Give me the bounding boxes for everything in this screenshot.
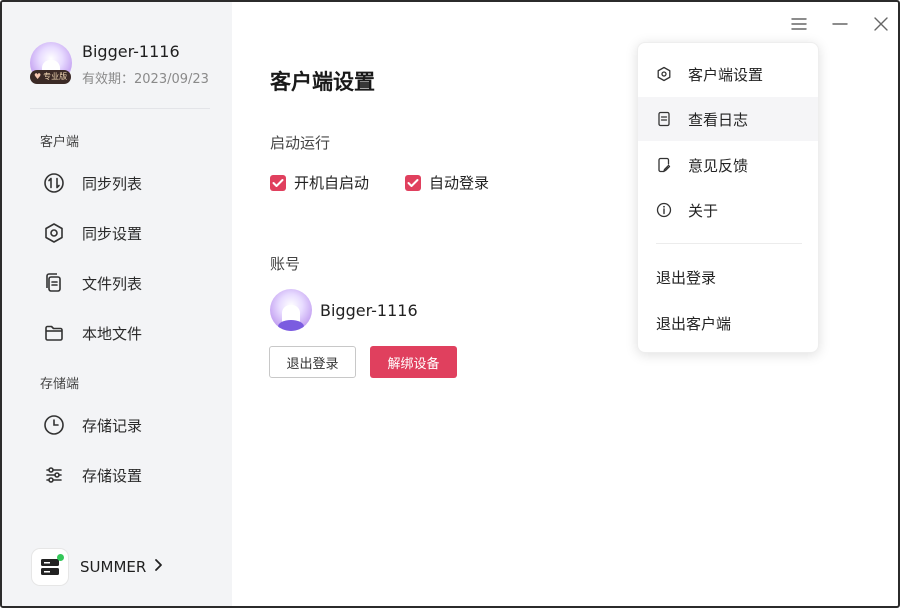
sidebar-item-label: 存储记录 <box>82 416 143 435</box>
app-window: ♥ 专业版 Bigger-1116 有效期：2023/09/23 客户端 同步列… <box>0 0 900 608</box>
server-selector[interactable]: SUMMER <box>32 548 164 586</box>
menu-item-view-logs[interactable]: 查看日志 <box>638 97 818 141</box>
folder-icon <box>42 321 66 345</box>
menu-item-label: 意见反馈 <box>688 156 749 175</box>
auto-start-checkbox[interactable]: 开机自启动 <box>270 172 369 193</box>
checkmark-icon <box>405 174 422 191</box>
section-label-client: 客户端 <box>40 135 80 150</box>
sidebar: ♥ 专业版 Bigger-1116 有效期：2023/09/23 客户端 同步列… <box>2 2 232 606</box>
sidebar-item-label: 文件列表 <box>82 274 143 293</box>
logout-button[interactable]: 退出登录 <box>269 346 356 378</box>
hexagon-settings-icon <box>656 66 672 82</box>
account-avatar <box>270 289 312 331</box>
server-label: SUMMER <box>80 558 147 576</box>
user-profile[interactable]: ♥ 专业版 Bigger-1116 有效期：2023/09/23 <box>30 40 230 90</box>
info-icon <box>656 202 672 218</box>
sidebar-item-sync-list[interactable]: 同步列表 <box>30 163 210 203</box>
main-menu-dropdown: 客户端设置 查看日志 意见反馈 关于 退出登录 退出客户端 <box>637 42 819 353</box>
profile-expire: 有效期：2023/09/23 <box>82 72 209 87</box>
account-info: Bigger-1116 <box>270 289 418 331</box>
auto-start-label: 开机自启动 <box>294 174 370 192</box>
menu-item-quit-client[interactable]: 退出客户端 <box>656 313 731 334</box>
menu-item-feedback[interactable]: 意见反馈 <box>638 143 818 187</box>
sidebar-item-label: 存储设置 <box>82 466 143 485</box>
chevron-right-icon <box>154 558 164 576</box>
menu-item-about[interactable]: 关于 <box>638 188 818 232</box>
sliders-icon <box>42 463 66 487</box>
sync-icon <box>42 171 66 195</box>
heart-icon: ♥ <box>34 72 42 81</box>
profile-name: Bigger-1116 <box>82 42 180 61</box>
minimize-icon[interactable] <box>830 14 850 34</box>
menu-item-label: 关于 <box>688 201 719 220</box>
feedback-icon <box>656 157 672 173</box>
unbind-device-button[interactable]: 解绑设备 <box>370 346 457 378</box>
auto-login-label: 自动登录 <box>429 174 490 192</box>
checkmark-icon <box>270 174 286 191</box>
menu-icon[interactable] <box>789 14 809 34</box>
menu-item-label: 查看日志 <box>688 110 749 129</box>
sidebar-item-sync-settings[interactable]: 同步设置 <box>30 213 210 253</box>
menu-item-label: 客户端设置 <box>688 65 764 84</box>
clock-icon <box>42 413 66 437</box>
sidebar-item-label: 本地文件 <box>82 324 143 343</box>
sidebar-item-label: 同步设置 <box>82 224 143 243</box>
sidebar-item-file-list[interactable]: 文件列表 <box>30 263 210 303</box>
close-icon[interactable] <box>871 14 891 34</box>
server-status-dot <box>57 554 64 561</box>
sidebar-divider <box>30 108 210 109</box>
menu-divider <box>656 243 802 244</box>
file-list-icon <box>42 271 66 295</box>
sidebar-item-storage-settings[interactable]: 存储设置 <box>30 455 210 495</box>
account-section-label: 账号 <box>270 255 301 273</box>
menu-item-client-settings[interactable]: 客户端设置 <box>638 52 818 96</box>
pro-badge-label: 专业版 <box>43 72 68 81</box>
sidebar-item-storage-records[interactable]: 存储记录 <box>30 405 210 445</box>
account-name: Bigger-1116 <box>320 300 418 320</box>
auto-login-checkbox[interactable]: 自动登录 <box>405 172 489 193</box>
startup-options: 开机自启动 自动登录 <box>270 172 525 193</box>
server-icon <box>32 549 68 585</box>
page-title: 客户端设置 <box>270 70 375 94</box>
hexagon-settings-icon <box>42 221 66 245</box>
sidebar-item-local-files[interactable]: 本地文件 <box>30 313 210 353</box>
menu-item-logout[interactable]: 退出登录 <box>656 267 716 288</box>
document-icon <box>656 111 672 127</box>
pro-badge: ♥ 专业版 <box>30 70 72 84</box>
startup-section-label: 启动运行 <box>270 134 331 152</box>
sidebar-item-label: 同步列表 <box>82 174 143 193</box>
section-label-storage: 存储端 <box>40 377 80 392</box>
